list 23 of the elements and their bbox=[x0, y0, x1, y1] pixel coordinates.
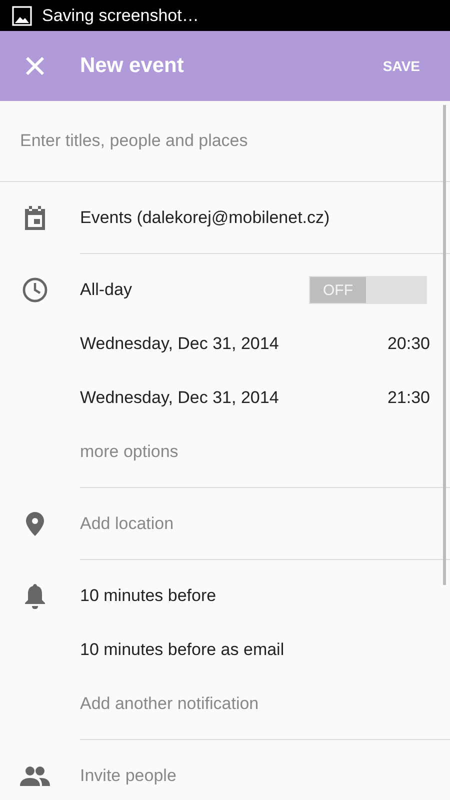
hint-link[interactable]: Add another notification bbox=[80, 694, 259, 714]
save-button[interactable]: SAVE bbox=[362, 31, 450, 101]
hint-link[interactable]: more options bbox=[80, 442, 178, 462]
toggle-label: All-day bbox=[80, 280, 132, 300]
time-picker[interactable]: 21:30 bbox=[387, 388, 430, 408]
image-icon bbox=[12, 6, 32, 26]
calendar-icon bbox=[23, 205, 47, 231]
date-picker[interactable]: Wednesday, Dec 31, 2014 bbox=[80, 334, 279, 354]
people-icon bbox=[20, 766, 50, 786]
title-input-field[interactable]: Enter titles, people and places bbox=[0, 101, 450, 182]
hint-link[interactable]: Invite people bbox=[80, 766, 176, 786]
bell-icon bbox=[23, 583, 47, 609]
item-text: 10 minutes before bbox=[80, 586, 216, 606]
item-text: Events (dalekorej@mobilenet.cz) bbox=[80, 208, 330, 228]
time-picker[interactable]: 20:30 bbox=[387, 334, 430, 354]
clock-icon bbox=[22, 277, 48, 303]
date-picker[interactable]: Wednesday, Dec 31, 2014 bbox=[80, 388, 279, 408]
hint-link[interactable]: Add location bbox=[80, 514, 174, 534]
close-icon bbox=[25, 56, 45, 76]
toolbar-title: New event bbox=[79, 54, 185, 78]
status-text: Saving screenshot… bbox=[42, 6, 199, 26]
item-text: 10 minutes before as email bbox=[80, 640, 284, 660]
location-pin-icon bbox=[25, 511, 45, 537]
